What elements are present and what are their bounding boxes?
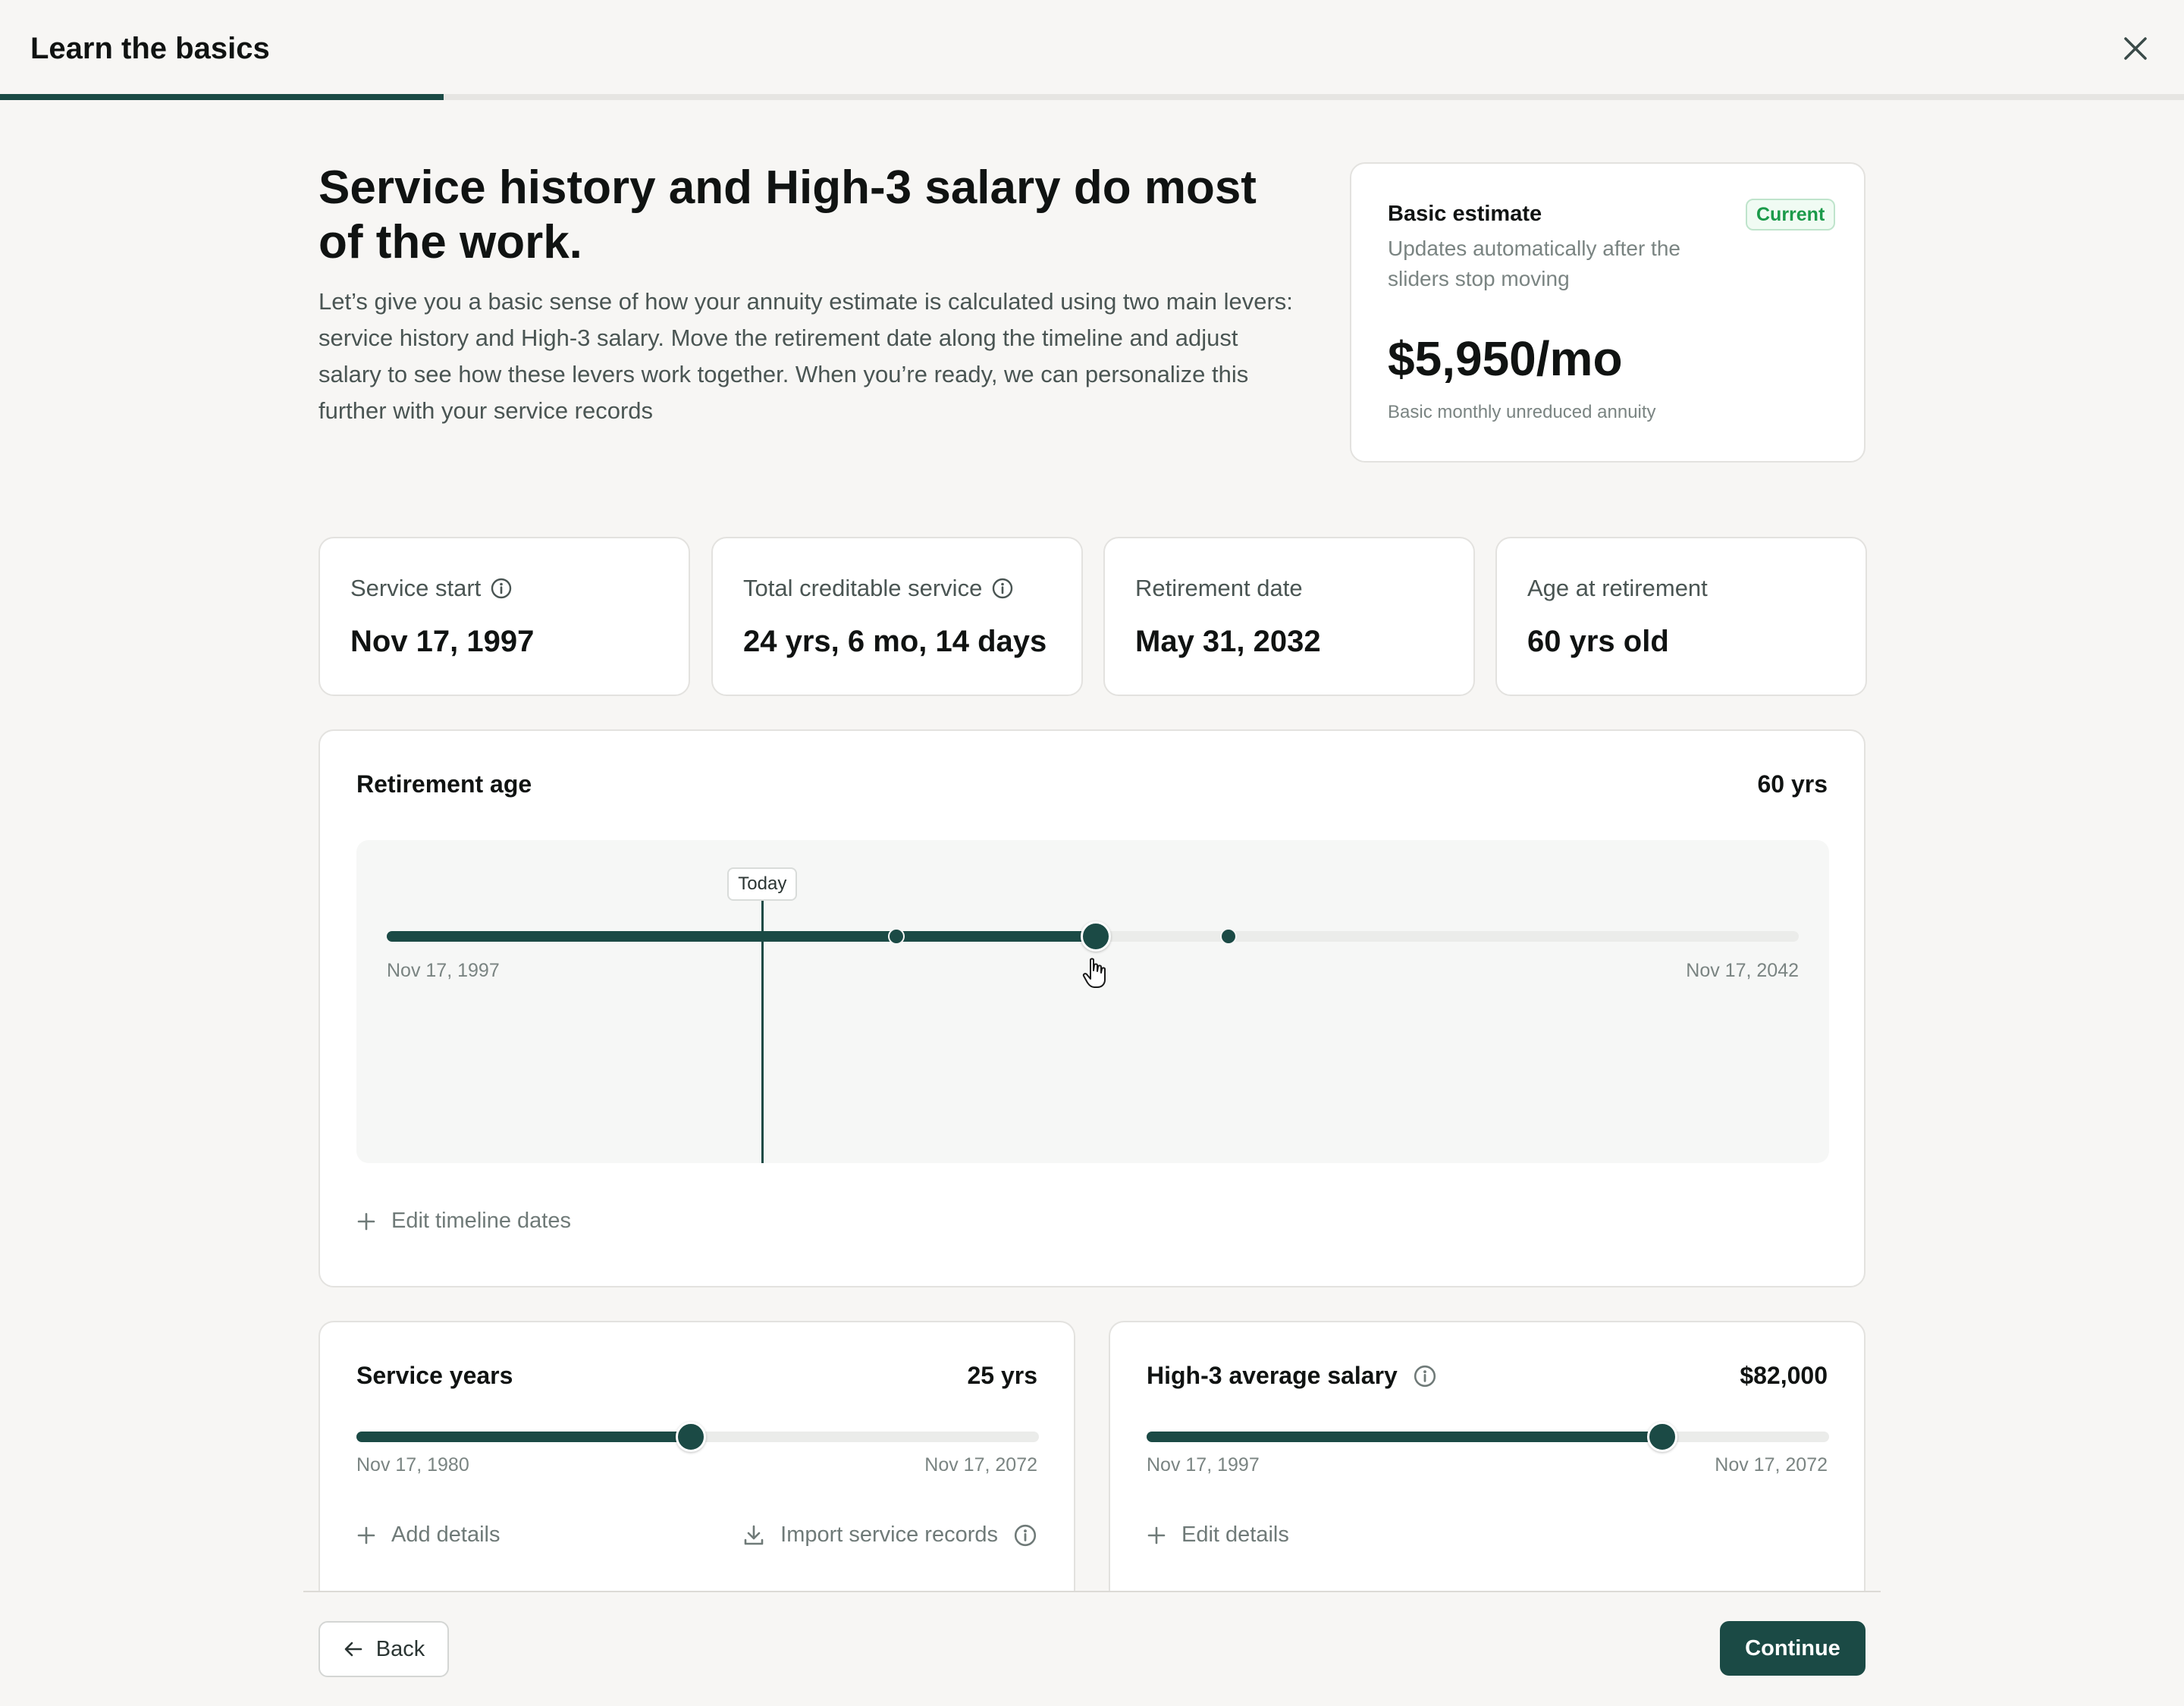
panel-value: $82,000 <box>1740 1362 1828 1389</box>
panel-title: Service years <box>356 1362 513 1389</box>
stat-card-service-start: Service start Nov 17, 1997 <box>318 537 690 696</box>
plus-icon <box>1147 1526 1166 1544</box>
add-details-button[interactable]: Add details <box>356 1523 500 1548</box>
salary-slider-track[interactable] <box>1147 1432 1829 1442</box>
panel-title: Retirement age <box>356 770 532 798</box>
panel-title: High-3 average salary <box>1147 1362 1398 1389</box>
stat-label: Age at retirement <box>1527 575 1708 601</box>
page-header-title: Learn the basics <box>30 32 270 65</box>
service-years-slider-thumb[interactable] <box>676 1422 706 1452</box>
intro-text: Let’s give you a basic sense of how your… <box>318 288 1293 424</box>
slider-end-label: Nov 17, 2072 <box>1715 1454 1828 1476</box>
info-icon[interactable] <box>991 577 1014 600</box>
stat-card-retirement-date: Retirement date May 31, 2032 <box>1103 537 1475 696</box>
stat-value: Nov 17, 1997 <box>350 625 535 658</box>
info-icon[interactable] <box>1013 1523 1037 1548</box>
edit-timeline-dates-label: Edit timeline dates <box>391 1209 571 1233</box>
info-icon[interactable] <box>1413 1364 1437 1388</box>
arrow-left-icon <box>344 1642 362 1657</box>
high-3-salary-panel: High-3 average salary $82,000 Nov 17, 19… <box>1109 1321 1866 1594</box>
timeline-start-label: Nov 17, 1997 <box>387 960 500 981</box>
estimate-note: Basic monthly unreduced annuity <box>1388 402 1656 422</box>
back-button[interactable]: Back <box>318 1621 449 1677</box>
stat-value: May 31, 2032 <box>1135 625 1321 658</box>
progress-bar-fill <box>0 94 444 100</box>
add-details-label: Add details <box>391 1523 500 1547</box>
download-icon <box>744 1525 764 1544</box>
stat-card-age-at-retirement: Age at retirement 60 yrs old <box>1495 537 1867 696</box>
stat-card-total-service: Total creditable service 24 yrs, 6 mo, 1… <box>711 537 1083 696</box>
page-title: Service history and High-3 salary do mos… <box>318 162 1257 268</box>
close-icon <box>2124 37 2147 60</box>
import-service-records-label: Import service records <box>780 1523 998 1547</box>
hand-cursor-icon <box>1082 958 1106 988</box>
service-years-panel: Service years 25 yrs Nov 17, 1980 Nov 17… <box>318 1321 1075 1594</box>
edit-details-label: Edit details <box>1181 1523 1289 1547</box>
status-badge: Current <box>1746 199 1836 230</box>
retirement-date-slider-thumb[interactable] <box>1080 921 1111 952</box>
panel-value: 25 yrs <box>967 1362 1037 1389</box>
info-icon[interactable] <box>490 577 513 600</box>
timeline-marker[interactable] <box>888 928 905 945</box>
panel-value: 60 yrs <box>1757 770 1828 798</box>
slider-end-label: Nov 17, 2072 <box>924 1454 1037 1476</box>
timeline-track-fill <box>387 931 1096 942</box>
progress-bar <box>0 94 2184 100</box>
plus-icon <box>357 1212 375 1230</box>
stat-label: Retirement date <box>1135 575 1303 601</box>
estimate-title: Basic estimate <box>1388 202 1542 226</box>
salary-slider-fill <box>1147 1432 1663 1442</box>
timeline-end-label: Nov 17, 2042 <box>1686 960 1799 981</box>
service-years-slider-fill <box>356 1432 691 1442</box>
today-marker-label: Today <box>727 867 798 901</box>
close-button[interactable] <box>2116 29 2155 68</box>
slider-start-label: Nov 17, 1997 <box>1147 1454 1260 1476</box>
footer-divider <box>303 1591 1881 1592</box>
edit-timeline-dates-button[interactable]: Edit timeline dates <box>356 1209 571 1234</box>
basic-estimate-card: Basic estimate Current Updates automatic… <box>1350 162 1866 463</box>
stat-value: 60 yrs old <box>1527 625 1669 658</box>
timeline: Today Nov 17, 1997 Nov 17, 2042 <box>356 840 1829 1163</box>
estimate-subtitle: Updates automatically after the sliders … <box>1388 237 1680 290</box>
edit-details-button[interactable]: Edit details <box>1147 1523 1289 1548</box>
plus-icon <box>357 1526 375 1544</box>
retirement-age-panel: Retirement age 60 yrs Today Nov 17, 1997… <box>318 729 1866 1287</box>
stat-label: Service start <box>350 575 482 601</box>
continue-button[interactable]: Continue <box>1720 1621 1866 1676</box>
timeline-marker[interactable] <box>1219 928 1237 945</box>
stat-label: Total creditable service <box>743 575 983 601</box>
slider-start-label: Nov 17, 1980 <box>356 1454 469 1476</box>
salary-slider-thumb[interactable] <box>1647 1422 1678 1452</box>
back-button-label: Back <box>375 1636 425 1661</box>
continue-button-label: Continue <box>1745 1635 1840 1661</box>
estimate-amount: $5,950/mo <box>1388 331 1623 386</box>
stat-value: 24 yrs, 6 mo, 14 days <box>743 625 1047 658</box>
import-service-records-button[interactable]: Import service records <box>742 1523 998 1548</box>
